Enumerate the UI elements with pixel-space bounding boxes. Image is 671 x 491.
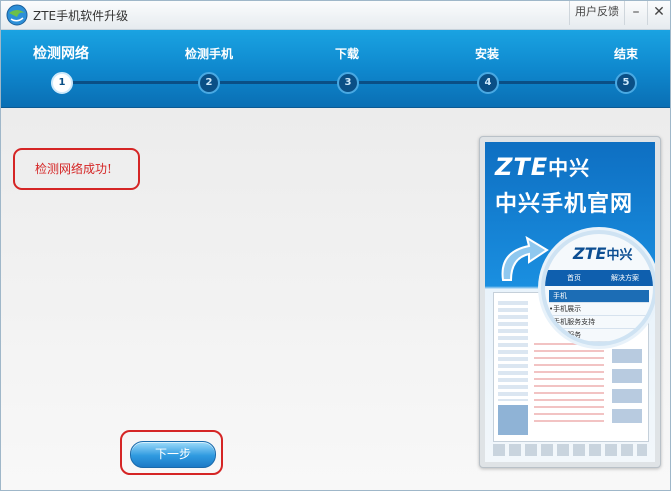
step-dot-5: 5 bbox=[615, 72, 637, 94]
upgrade-window: ZTE手机软件升级 用户反馈 – ✕ 检测网络 1 检测手机 2 下载 3 安装… bbox=[0, 0, 671, 491]
preview-footer bbox=[493, 444, 647, 456]
magnifier-nav-solutions: 解决方案 bbox=[611, 274, 639, 282]
magnifier-nav-home: 首页 bbox=[567, 274, 581, 282]
feedback-button[interactable]: 用户反馈 bbox=[569, 1, 624, 25]
title-bar: ZTE手机软件升级 用户反馈 – ✕ bbox=[1, 1, 670, 30]
magnifier-menu-header: 手机 bbox=[549, 290, 649, 303]
step-label-5: 结束 bbox=[613, 47, 638, 61]
main-content: 检测网络成功! 下一步 ZTE中兴 中兴手机官网 ZTE中兴 首页 解决方案 手… bbox=[1, 108, 670, 490]
next-button[interactable]: 下一步 bbox=[130, 441, 216, 468]
magnifier-menu: 手机 •手机展示 •手机服务支持 •维心服务 bbox=[549, 290, 649, 342]
zte-logo-cn: 中兴 bbox=[548, 156, 591, 180]
preview-photo bbox=[498, 405, 528, 435]
step-label-2: 检测手机 bbox=[184, 47, 233, 61]
step-progress-bar: 检测网络 1 检测手机 2 下载 3 安装 4 结束 5 bbox=[1, 30, 670, 108]
magnifier-menu-item: •维心服务 bbox=[549, 329, 649, 342]
step-dot-2: 2 bbox=[198, 72, 220, 94]
minimize-button[interactable]: – bbox=[624, 1, 647, 25]
close-button[interactable]: ✕ bbox=[647, 1, 670, 25]
step-dot-4: 4 bbox=[477, 72, 499, 94]
step-label-1: 检测网络 bbox=[33, 46, 89, 62]
zte-logo-latin: ZTE bbox=[495, 153, 549, 181]
ad-slogan: 中兴手机官网 bbox=[495, 192, 634, 217]
zte-globe-icon bbox=[6, 4, 28, 26]
magnifier-menu-item: •手机展示 bbox=[549, 303, 649, 316]
preview-text-lines bbox=[534, 343, 604, 423]
magnifier-zte-logo: ZTE中兴 bbox=[573, 244, 632, 263]
magnifier-menu-item: •手机服务支持 bbox=[549, 316, 649, 329]
window-title: ZTE手机软件升级 bbox=[33, 9, 129, 23]
preview-thumbnails bbox=[612, 349, 642, 429]
step-label-4: 安装 bbox=[474, 47, 499, 61]
step-dot-1: 1 bbox=[51, 72, 73, 94]
next-button-highlight: 下一步 bbox=[120, 430, 223, 475]
step-label-3: 下载 bbox=[334, 47, 359, 61]
zte-website-ad-banner[interactable]: ZTE中兴 中兴手机官网 ZTE中兴 首页 解决方案 手机 •手机展示 •手机服… bbox=[479, 136, 661, 468]
ad-image: ZTE中兴 中兴手机官网 ZTE中兴 首页 解决方案 手机 •手机展示 •手机服… bbox=[485, 142, 655, 462]
magnifier-logo-cn: 中兴 bbox=[606, 248, 633, 263]
magnifier-zoom: ZTE中兴 首页 解决方案 手机 •手机展示 •手机服务支持 •维心服务 bbox=[541, 230, 655, 346]
step-dot-3: 3 bbox=[337, 72, 359, 94]
preview-sidebar bbox=[498, 301, 528, 401]
zte-logo: ZTE中兴 bbox=[495, 152, 590, 181]
magnifier-nav: 首页 解决方案 bbox=[545, 270, 653, 286]
magnifier-logo-latin: ZTE bbox=[573, 244, 607, 263]
status-message: 检测网络成功! bbox=[13, 148, 140, 190]
